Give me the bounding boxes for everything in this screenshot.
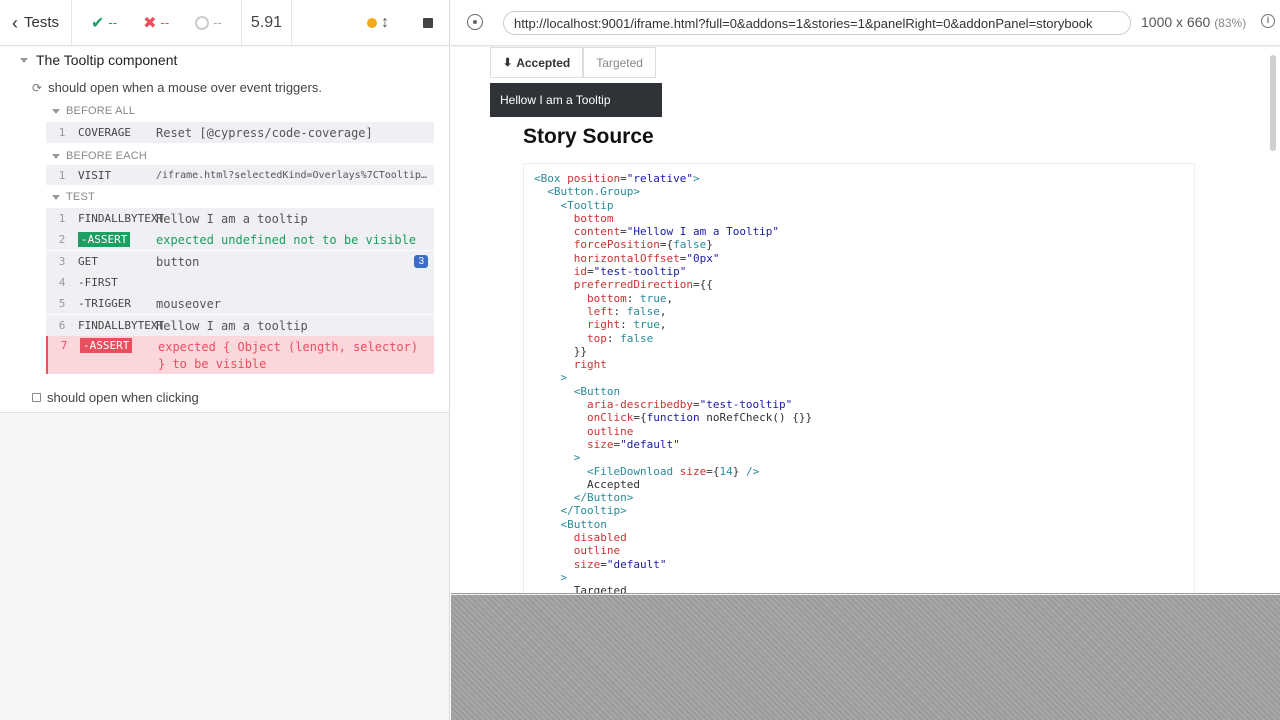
cmd-name: -ASSERT bbox=[80, 338, 158, 353]
selector-playground-icon[interactable] bbox=[467, 14, 483, 30]
cmd-number: 5 bbox=[58, 297, 66, 310]
resize-icon[interactable]: ↕ bbox=[381, 14, 389, 32]
command-row-failed-assert[interactable]: 7 -ASSERT expected { Object (length, sel… bbox=[46, 336, 434, 374]
passed-count: -- bbox=[108, 15, 118, 30]
file-download-icon: ⬇ bbox=[503, 57, 513, 69]
cmd-name: FINDALLBYTEXT bbox=[78, 319, 165, 332]
viewport-size: 1000 x 660 (83%) bbox=[1141, 14, 1246, 30]
reporter-header: ‹ Tests ✔ -- ✖ -- -- 5.91 ↕ bbox=[0, 0, 449, 46]
caret-down-icon bbox=[52, 153, 60, 159]
command-row[interactable]: 6 FINDALLBYTEXT Hellow I am a tooltip bbox=[46, 315, 434, 336]
failed-stat: ✖ -- bbox=[143, 13, 169, 33]
cmd-message-line1: expected { Object (length, selector) bbox=[158, 340, 419, 354]
cmd-message: button bbox=[156, 254, 200, 269]
accepted-button[interactable]: ⬇ Accepted bbox=[490, 47, 584, 78]
cmd-message-line2: } to be visible bbox=[158, 357, 267, 371]
hook-before-all[interactable]: BEFORE ALL bbox=[52, 105, 135, 117]
command-row[interactable]: 1 COVERAGE Reset [@cypress/code-coverage… bbox=[46, 122, 434, 143]
caret-down-icon bbox=[52, 194, 60, 200]
info-icon[interactable]: i bbox=[1261, 14, 1275, 28]
command-row[interactable]: 3 GET button 3 bbox=[46, 251, 434, 272]
check-icon: ✔ bbox=[91, 14, 105, 32]
command-row[interactable]: 1 FINDALLBYTEXT Hellow I am a tooltip bbox=[46, 208, 434, 229]
cmd-message: Reset [@cypress/code-coverage] bbox=[156, 125, 373, 140]
reporter-panel: ‹ Tests ✔ -- ✖ -- -- 5.91 ↕ The Tooltip … bbox=[0, 0, 450, 720]
x-icon: ✖ bbox=[143, 14, 157, 32]
cmd-name: -FIRST bbox=[78, 276, 118, 289]
cmd-number: 7 bbox=[60, 339, 68, 352]
cmd-name: VISIT bbox=[78, 168, 112, 182]
viewport-scale: (83%) bbox=[1214, 16, 1247, 30]
cmd-number: 4 bbox=[58, 276, 66, 289]
element-count-badge: 3 bbox=[414, 255, 428, 268]
controls: ↕ bbox=[292, 0, 449, 46]
cmd-message: Hellow I am a tooltip bbox=[156, 211, 308, 226]
accepted-label: Accepted bbox=[516, 55, 571, 70]
command-row-assert[interactable]: 2 -ASSERT expected undefined not to be v… bbox=[46, 229, 434, 250]
passed-stat: ✔ -- bbox=[91, 13, 117, 33]
test-title-2-text: should open when clicking bbox=[47, 390, 199, 405]
cmd-number: 2 bbox=[58, 233, 66, 246]
command-row[interactable]: 1 VISIT /iframe.html?selectedKind=Overla… bbox=[46, 165, 434, 185]
running-spinner-icon: ⟳ bbox=[32, 80, 43, 95]
url-bar[interactable]: http://localhost:9001/iframe.html?full=0… bbox=[503, 11, 1131, 35]
pending-count: -- bbox=[213, 15, 222, 30]
aut-header: http://localhost:9001/iframe.html?full=0… bbox=[451, 0, 1280, 46]
assert-badge: -ASSERT bbox=[80, 338, 133, 353]
caret-down-icon bbox=[52, 108, 60, 114]
hook-label: BEFORE ALL bbox=[66, 105, 136, 117]
running-indicator-icon bbox=[367, 17, 377, 28]
story-source-code: <Box position="relative"> <Button.Group>… bbox=[523, 163, 1195, 593]
cmd-message: Hellow I am a tooltip bbox=[156, 318, 308, 333]
suite-title-text: The Tooltip component bbox=[36, 52, 178, 68]
viewport-dimensions: 1000 x 660 bbox=[1141, 14, 1211, 30]
pending-checkbox-icon bbox=[32, 393, 41, 402]
tests-label: Tests bbox=[24, 14, 60, 31]
chevron-left-icon: ‹ bbox=[12, 12, 18, 33]
tooltip: Hellow I am a Tooltip bbox=[490, 83, 662, 117]
cmd-message: expected { Object (length, selector) } t… bbox=[158, 339, 434, 373]
button-group: ⬇ Accepted Targeted bbox=[490, 47, 656, 78]
test-title-1-text: should open when a mouse over event trig… bbox=[48, 80, 322, 95]
stop-icon[interactable] bbox=[423, 17, 433, 28]
cmd-number: 3 bbox=[58, 255, 66, 268]
cmd-name: -TRIGGER bbox=[78, 297, 131, 310]
cmd-name: COVERAGE bbox=[78, 126, 131, 139]
cmd-name: GET bbox=[78, 255, 98, 268]
cmd-name: -ASSERT bbox=[78, 232, 156, 247]
failed-count: -- bbox=[160, 15, 170, 30]
iframe-scrollbar[interactable] bbox=[1270, 55, 1276, 151]
cmd-message: expected undefined not to be visible bbox=[156, 232, 417, 247]
story-source-title: Story Source bbox=[523, 125, 654, 148]
cmd-name: FINDALLBYTEXT bbox=[78, 212, 165, 225]
hook-before-each[interactable]: BEFORE EACH bbox=[52, 150, 147, 162]
hook-test[interactable]: TEST bbox=[52, 191, 95, 203]
caret-down-icon bbox=[20, 57, 28, 63]
cmd-number: 1 bbox=[58, 126, 66, 139]
test-title-1[interactable]: ⟳ should open when a mouse over event tr… bbox=[32, 80, 322, 95]
test-title-2[interactable]: should open when clicking bbox=[32, 390, 199, 405]
cmd-number: 1 bbox=[58, 168, 66, 182]
cmd-message: /iframe.html?selectedKind=Overlays%7CToo… bbox=[156, 169, 434, 181]
targeted-button: Targeted bbox=[583, 47, 656, 78]
spinner-icon bbox=[195, 15, 210, 30]
aut-panel: http://localhost:9001/iframe.html?full=0… bbox=[451, 0, 1280, 720]
suite-title[interactable]: The Tooltip component bbox=[20, 52, 177, 68]
app-iframe: ⬇ Accepted Targeted Hellow I am a Toolti… bbox=[451, 47, 1280, 594]
duration: 5.91 bbox=[242, 0, 292, 46]
viewport-background bbox=[451, 595, 1280, 720]
cmd-message: mouseover bbox=[156, 296, 222, 311]
tests-back-button[interactable]: ‹ Tests bbox=[0, 0, 72, 46]
hook-label: BEFORE EACH bbox=[66, 150, 148, 162]
cmd-number: 6 bbox=[58, 319, 66, 332]
hook-label: TEST bbox=[66, 191, 95, 203]
command-row[interactable]: 5 -TRIGGER mouseover bbox=[46, 293, 434, 314]
cmd-number: 1 bbox=[58, 212, 66, 225]
pending-stat: -- bbox=[195, 15, 222, 30]
stats: ✔ -- ✖ -- -- bbox=[72, 0, 242, 46]
runnable-list: The Tooltip component ⟳ should open when… bbox=[0, 47, 449, 413]
assert-badge: -ASSERT bbox=[78, 232, 131, 247]
command-row[interactable]: 4 -FIRST bbox=[46, 272, 434, 293]
